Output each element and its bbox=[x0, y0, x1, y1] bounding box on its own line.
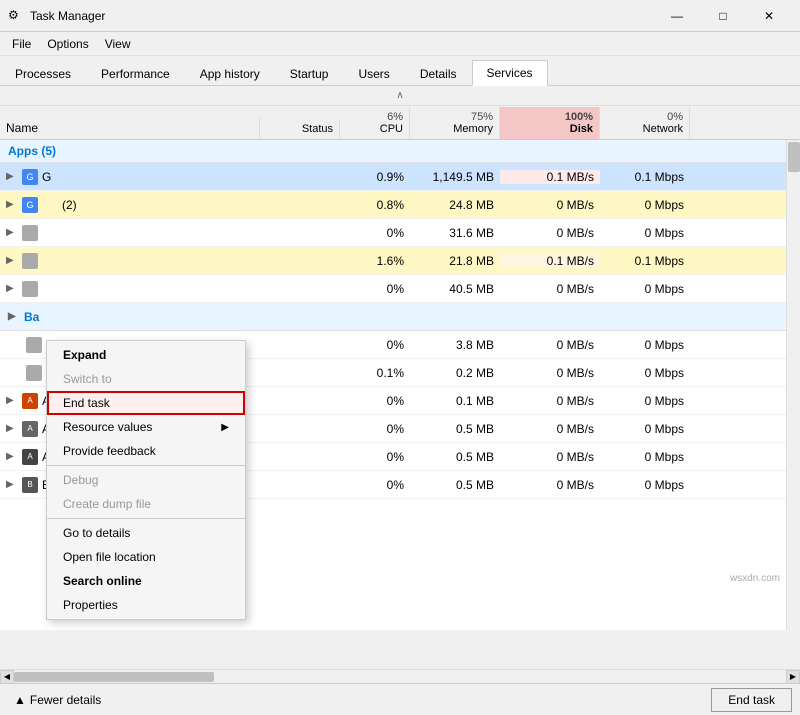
app-icon-blank4 bbox=[26, 337, 42, 353]
ctx-resource-values[interactable]: Resource values ▶ bbox=[47, 415, 245, 439]
scroll-left-button[interactable]: ◀ bbox=[0, 670, 14, 684]
app-icon-blank5 bbox=[26, 365, 42, 381]
watermark: wsxdn.com bbox=[730, 573, 780, 584]
tab-app-history[interactable]: App history bbox=[185, 61, 275, 86]
col-header-memory[interactable]: 75% Memory bbox=[410, 107, 500, 139]
ctx-switch-to: Switch to bbox=[47, 367, 245, 391]
app-icon-g: G bbox=[22, 169, 38, 185]
tab-details[interactable]: Details bbox=[405, 61, 472, 86]
col-header-status[interactable]: Status bbox=[260, 119, 340, 139]
ctx-go-to-details[interactable]: Go to details bbox=[47, 521, 245, 545]
submenu-arrow-icon: ▶ bbox=[221, 422, 229, 433]
menu-bar: File Options View bbox=[0, 32, 800, 56]
ctx-end-task[interactable]: End task bbox=[47, 391, 245, 415]
menu-file[interactable]: File bbox=[4, 35, 39, 53]
col-header-name[interactable]: Name bbox=[0, 117, 260, 139]
minimize-button[interactable]: — bbox=[654, 0, 700, 32]
fewer-details-label: Fewer details bbox=[30, 693, 101, 707]
tab-performance[interactable]: Performance bbox=[86, 61, 185, 86]
expand-icon: ▶ bbox=[6, 395, 18, 406]
ctx-separator-2 bbox=[47, 518, 245, 519]
process-row[interactable]: ▶ 0% 31.6 MB 0 MB/s 0 Mbps bbox=[0, 219, 800, 247]
collapse-arrow-icon[interactable]: ∧ bbox=[394, 88, 405, 103]
tab-users[interactable]: Users bbox=[343, 61, 404, 86]
app-icon: ⚙ bbox=[8, 8, 24, 24]
app-icon-g2: G bbox=[22, 197, 38, 213]
ctx-create-dump: Create dump file bbox=[47, 492, 245, 516]
ctx-search-online[interactable]: Search online bbox=[47, 569, 245, 593]
process-row[interactable]: ▶ G G 0.9% 1,149.5 MB 0.1 MB/s 0.1 Mbps bbox=[0, 163, 800, 191]
expand-icon: ▶ bbox=[8, 311, 20, 322]
expand-icon: ▶ bbox=[6, 479, 18, 490]
title-bar: ⚙ Task Manager — □ ✕ bbox=[0, 0, 800, 32]
h-scroll-thumb[interactable] bbox=[14, 672, 214, 682]
horizontal-scrollbar[interactable]: ◀ ▶ bbox=[0, 669, 800, 683]
window-controls: — □ ✕ bbox=[654, 0, 792, 32]
app-icon-appframe: A bbox=[22, 449, 38, 465]
app-icon-amd: A bbox=[22, 393, 38, 409]
expand-icon: ▶ bbox=[6, 451, 18, 462]
tab-bar: Processes Performance App history Startu… bbox=[0, 56, 800, 86]
expand-icon: ▶ bbox=[6, 199, 18, 210]
col-header-cpu[interactable]: 6% CPU bbox=[340, 107, 410, 139]
close-button[interactable]: ✕ bbox=[746, 0, 792, 32]
end-task-button[interactable]: End task bbox=[711, 688, 792, 712]
process-row[interactable]: ▶ G (2) 0.8% 24.8 MB 0 MB/s 0 Mbps bbox=[0, 191, 800, 219]
ctx-properties[interactable]: Properties bbox=[47, 593, 245, 617]
col-header-network[interactable]: 0% Network bbox=[600, 107, 690, 139]
context-menu: Expand Switch to End task Resource value… bbox=[46, 340, 246, 620]
column-headers: Name Status 6% CPU 75% Memory 100% Disk … bbox=[0, 106, 800, 140]
vertical-scrollbar[interactable] bbox=[786, 140, 800, 630]
expand-icon: ▶ bbox=[6, 227, 18, 238]
menu-view[interactable]: View bbox=[97, 35, 139, 53]
maximize-button[interactable]: □ bbox=[700, 0, 746, 32]
expand-icon: ▶ bbox=[6, 423, 18, 434]
app-icon-bridge: B bbox=[22, 477, 38, 493]
chevron-down-icon: ▲ bbox=[14, 693, 26, 707]
scroll-thumb[interactable] bbox=[788, 142, 800, 172]
expand-icon: ▶ bbox=[6, 283, 18, 294]
process-row[interactable]: ▶ 0% 40.5 MB 0 MB/s 0 Mbps bbox=[0, 275, 800, 303]
process-list: Apps (5) ▶ G G 0.9% 1,149.5 MB 0.1 MB/s … bbox=[0, 140, 800, 630]
ctx-expand[interactable]: Expand bbox=[47, 343, 245, 367]
tab-services[interactable]: Services bbox=[472, 60, 548, 86]
app-icon-blank3 bbox=[22, 281, 38, 297]
scroll-track[interactable] bbox=[14, 670, 786, 684]
apps-section-header: Apps (5) bbox=[0, 140, 800, 163]
ctx-separator-1 bbox=[47, 465, 245, 466]
bottom-bar: ▲ Fewer details End task bbox=[0, 683, 800, 715]
fewer-details-button[interactable]: ▲ Fewer details bbox=[8, 691, 107, 709]
tab-startup[interactable]: Startup bbox=[275, 61, 344, 86]
tab-processes[interactable]: Processes bbox=[0, 61, 86, 86]
ctx-provide-feedback[interactable]: Provide feedback bbox=[47, 439, 245, 463]
app-icon-blank2 bbox=[22, 253, 38, 269]
process-row[interactable]: ▶ 1.6% 21.8 MB 0.1 MB/s 0.1 Mbps bbox=[0, 247, 800, 275]
ctx-debug: Debug bbox=[47, 468, 245, 492]
window-title: Task Manager bbox=[30, 9, 654, 23]
col-header-disk[interactable]: 100% Disk bbox=[500, 107, 600, 139]
app-icon-apphelpercap: A bbox=[22, 421, 38, 437]
app-icon-blank bbox=[22, 225, 38, 241]
menu-options[interactable]: Options bbox=[39, 35, 96, 53]
expand-icon: ▶ bbox=[6, 171, 18, 182]
background-section-header: ▶ Ba bbox=[0, 303, 800, 331]
scroll-right-button[interactable]: ▶ bbox=[786, 670, 800, 684]
ctx-open-file-location[interactable]: Open file location bbox=[47, 545, 245, 569]
expand-icon: ▶ bbox=[6, 255, 18, 266]
